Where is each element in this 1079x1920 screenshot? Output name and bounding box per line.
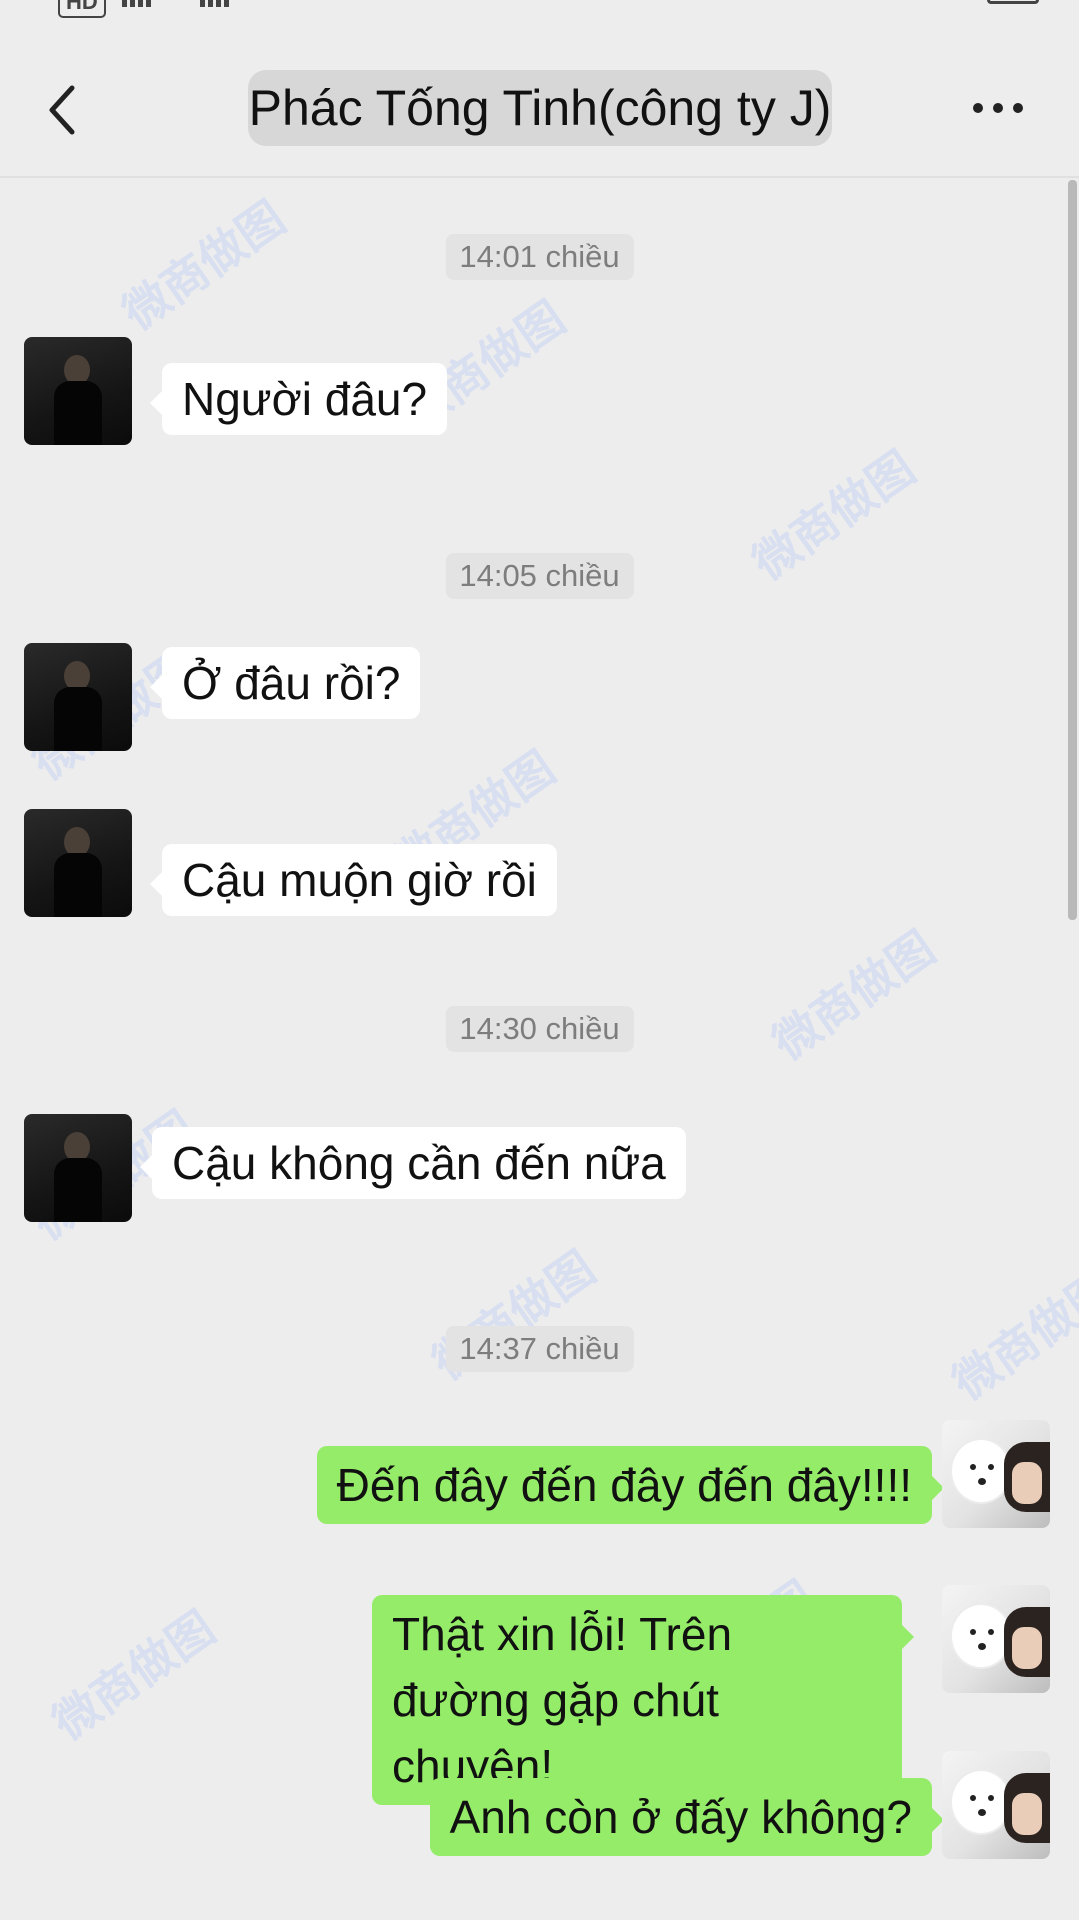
- user-avatar[interactable]: [942, 1585, 1050, 1693]
- watermark: 微商做图: [743, 441, 924, 590]
- more-dots-icon: [973, 103, 1023, 113]
- timestamp: 14:01 chiều: [445, 234, 634, 280]
- more-button[interactable]: [968, 88, 1028, 128]
- signal-icon-2: [200, 0, 232, 7]
- timestamp: 14:05 chiều: [445, 553, 634, 599]
- contact-avatar[interactable]: [24, 643, 132, 751]
- timestamp: 14:30 chiều: [445, 1006, 634, 1052]
- battery-icon: [987, 0, 1039, 4]
- received-message[interactable]: Cậu muộn giờ rồi: [150, 844, 557, 916]
- scrollbar[interactable]: [1068, 180, 1077, 920]
- received-message[interactable]: Người đâu?: [149, 363, 448, 435]
- received-message[interactable]: Cậu không cần đến nữa: [140, 1127, 686, 1199]
- watermark: 微商做图: [943, 1261, 1079, 1410]
- sent-message[interactable]: Thật xin lỗi! Trên đường gặp chút chuyện…: [372, 1595, 914, 1805]
- user-avatar[interactable]: [942, 1420, 1050, 1528]
- contact-avatar[interactable]: [24, 1114, 132, 1222]
- chevron-left-icon: [49, 85, 75, 135]
- back-button[interactable]: [40, 80, 90, 140]
- sent-message[interactable]: Anh còn ở đấy không?: [429, 1778, 945, 1856]
- chat-header: Phác Tống Tinh(công ty J): [0, 18, 1079, 178]
- hd-badge: HD: [58, 0, 106, 18]
- chat-title[interactable]: Phác Tống Tinh(công ty J): [248, 70, 832, 146]
- watermark: 微商做图: [763, 921, 944, 1070]
- received-message[interactable]: Ở đâu rồi?: [149, 647, 421, 719]
- watermark: 微商做图: [113, 191, 294, 340]
- sent-message[interactable]: Đến đây đến đây đến đây!!!!: [316, 1446, 945, 1524]
- user-avatar[interactable]: [942, 1751, 1050, 1859]
- signal-icon: [122, 0, 154, 7]
- status-bar: HD: [0, 0, 1079, 18]
- watermark: 微商做图: [43, 1601, 224, 1750]
- contact-avatar[interactable]: [24, 809, 132, 917]
- timestamp: 14:37 chiều: [445, 1326, 634, 1372]
- status-right-icons: [957, 0, 1039, 6]
- contact-avatar[interactable]: [24, 337, 132, 445]
